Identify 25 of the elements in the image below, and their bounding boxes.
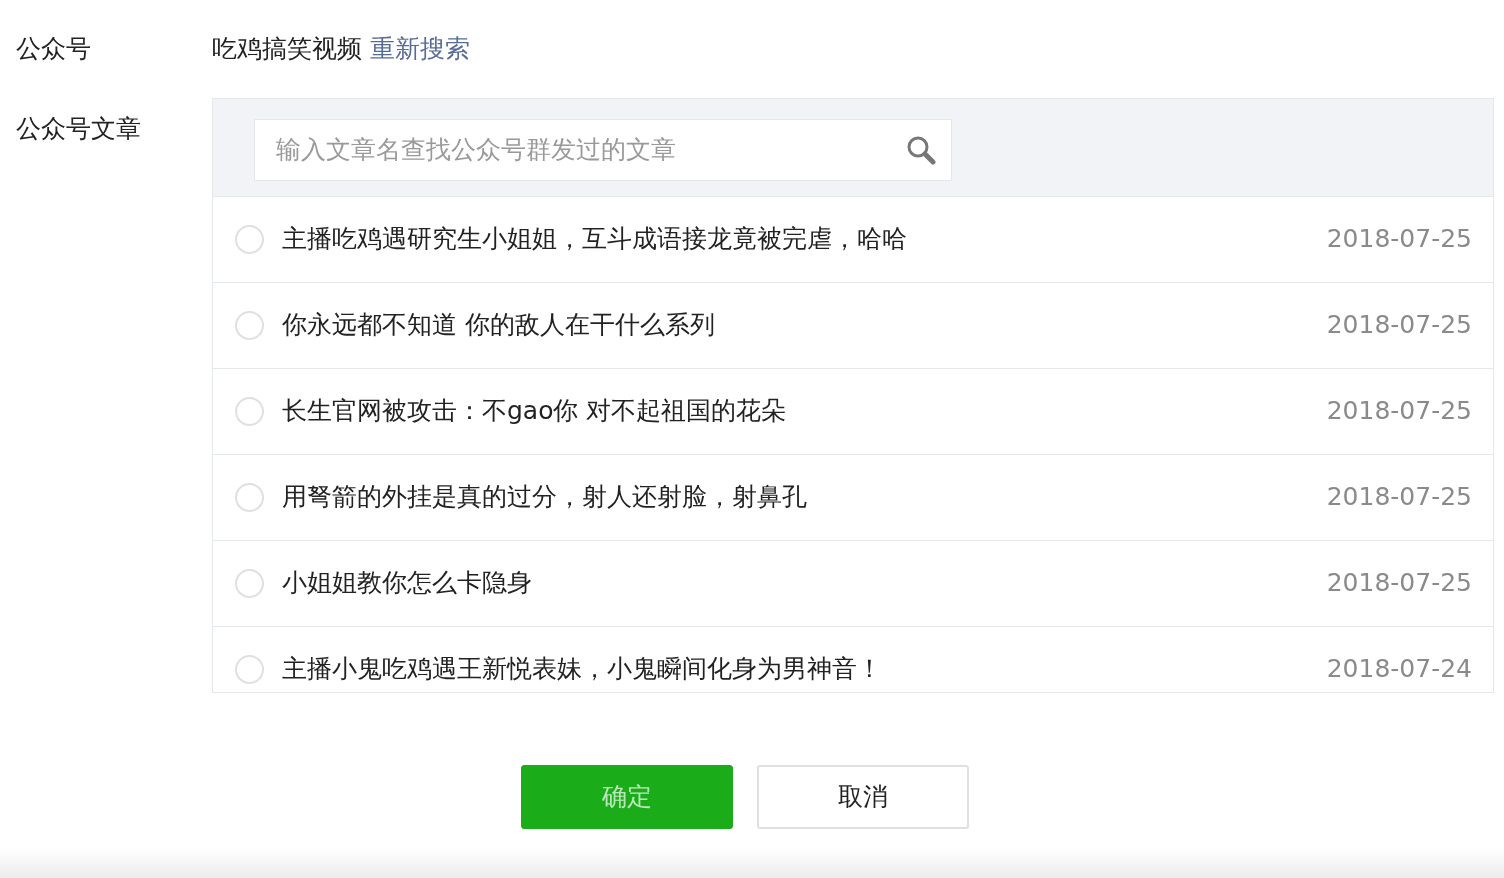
radio-button[interactable] [235,396,264,426]
article-date: 2018-07-25 [1326,223,1472,256]
article-title: 长生官网被攻击：不gao你 对不起祖国的花朵 [282,395,788,428]
article-title: 主播小鬼吃鸡遇王新悦表妹，小鬼瞬间化身为男神音！ [282,653,883,686]
article-date: 2018-07-25 [1326,309,1472,342]
cancel-button[interactable]: 取消 [757,764,969,829]
article-title: 小姐姐教你怎么卡隐身 [282,567,533,600]
radio-button[interactable] [235,310,264,340]
radio-button[interactable] [235,482,264,512]
field-label: 公众号文章 [16,113,141,143]
account-name: 吃鸡搞笑视频 [212,33,362,65]
article-title: 主播吃鸡遇研究生小姐姐，互斗成语接龙竟被完虐，哈哈 [282,223,908,256]
article-date: 2018-07-25 [1326,481,1472,514]
research-link[interactable]: 重新搜索 [370,30,470,68]
article-title: 你永远都不知道 你的敌人在干什么系列 [282,309,716,342]
radio-button[interactable] [235,224,264,254]
search-field[interactable]: 输入文章名查找公众号群发过的文章 [254,118,952,181]
field-label: 公众号 [16,34,91,63]
article-title: 用弩箭的外挂是真的过分，射人还射脸，射鼻孔 [282,481,808,514]
radio-button[interactable] [235,654,264,684]
radio-button[interactable] [235,568,264,598]
search-icon[interactable] [906,134,936,165]
article-date: 2018-07-25 [1326,395,1472,428]
article-date: 2018-07-25 [1326,567,1472,600]
article-date: 2018-07-24 [1326,653,1472,686]
